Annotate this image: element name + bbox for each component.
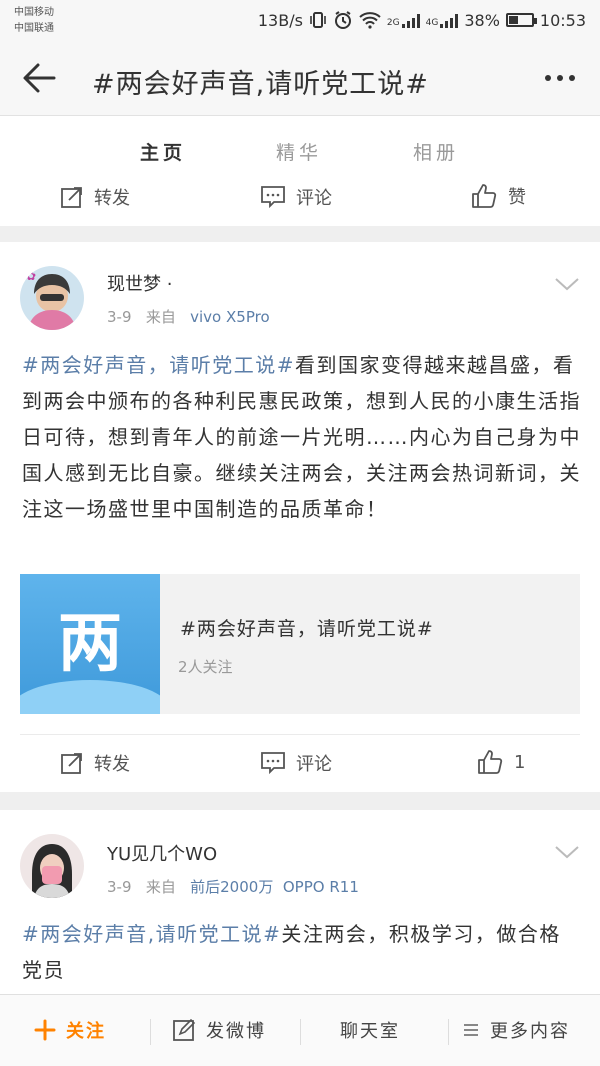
compose-label: 发微博 — [206, 1021, 266, 1042]
comment-icon — [261, 186, 285, 209]
more-content-label: 更多内容 — [490, 1021, 570, 1042]
separator — [150, 1019, 151, 1045]
separator — [300, 1019, 301, 1045]
comment-button[interactable]: 评论 — [260, 184, 332, 210]
avatar-image-icon — [20, 834, 84, 898]
previous-post-actions: 转发 评论 赞 — [0, 170, 600, 226]
plus-icon — [34, 1019, 56, 1041]
post-card: ✿ 现世梦 · 3-9 来自 vivo X5Pro #两会好声音，请听党工说#看… — [0, 242, 600, 792]
follow-button[interactable]: 关注 — [34, 1017, 106, 1043]
status-icons: 13B/s 2G 4G 38% 10:53 — [258, 8, 586, 32]
vibrate-icon — [310, 12, 326, 28]
separator — [448, 1019, 449, 1045]
post-card: YU见几个WO 3-9 来自 前后2000万 OPPO R11 #两会好声音,请… — [0, 810, 600, 1010]
wifi-icon — [359, 12, 381, 29]
repost-icon — [61, 753, 82, 774]
post-meta: 3-9 来自 vivo X5Pro — [107, 306, 270, 327]
like-button[interactable]: 赞 — [470, 182, 526, 210]
comment-button[interactable]: 评论 — [260, 750, 332, 776]
thumbs-up-icon — [478, 750, 503, 774]
repost-label: 转发 — [94, 754, 130, 775]
back-button[interactable] — [18, 56, 62, 100]
like-button[interactable]: 1 — [476, 748, 525, 776]
carrier-1: 中国移动 — [14, 7, 54, 18]
topic-thumbnail: 两 — [20, 574, 160, 714]
username[interactable]: 现世梦 · — [107, 270, 172, 296]
avatar-image-icon: ✿ — [20, 266, 84, 330]
carrier-2: 中国联通 — [14, 23, 54, 34]
avatar[interactable]: ✿ — [20, 266, 84, 330]
post-source[interactable]: OPPO R11 — [283, 878, 359, 896]
post-source-prefix[interactable]: 前后2000万 — [190, 878, 273, 896]
like-label: 赞 — [508, 187, 526, 208]
more-content-button[interactable]: 更多内容 — [462, 1017, 570, 1043]
tab-album[interactable]: 相册 — [413, 138, 459, 165]
carrier-info: 中国移动 中国联通 — [14, 5, 54, 37]
divider — [20, 734, 580, 735]
svg-text:✿: ✿ — [26, 269, 36, 283]
avatar[interactable] — [20, 834, 84, 898]
comment-label: 评论 — [296, 754, 332, 775]
alarm-icon — [334, 11, 351, 29]
signal-2g-icon: 2G — [387, 12, 420, 28]
post-content: #两会好声音,请听党工说#关注两会，积极学习，做合格党员 — [22, 916, 582, 988]
more-options-button[interactable] — [538, 60, 582, 96]
repost-label: 转发 — [94, 188, 130, 209]
repost-button[interactable]: 转发 — [60, 750, 130, 776]
post-hashtag[interactable]: #两会好声音，请听党工说# — [22, 353, 295, 377]
post-text: 看到国家变得越来越昌盛，看到两会中颁布的各种利民惠民政策，想到人民的小康生活指日… — [22, 353, 581, 521]
compose-button[interactable]: 发微博 — [172, 1017, 266, 1043]
dot-icon — [557, 75, 563, 81]
post-content: #两会好声音，请听党工说#看到国家变得越来越昌盛，看到两会中颁布的各种利民惠民政… — [22, 347, 582, 527]
repost-icon — [61, 187, 82, 208]
chat-room-button[interactable]: 聊天室 — [340, 1017, 400, 1043]
network-speed: 13B/s — [257, 10, 303, 30]
post-hashtag[interactable]: #两会好声音,请听党工说# — [22, 922, 281, 946]
from-label: 来自 — [145, 878, 176, 896]
like-count: 1 — [514, 751, 526, 773]
follow-label: 关注 — [66, 1021, 106, 1042]
username[interactable]: YU见几个WO — [107, 840, 217, 866]
menu-icon — [464, 1024, 478, 1036]
topic-followers: 2人关注 — [178, 658, 233, 676]
compose-icon — [173, 1018, 196, 1041]
battery-icon — [505, 13, 537, 27]
repost-button[interactable]: 转发 — [60, 184, 130, 210]
tab-home[interactable]: 主页 — [140, 138, 186, 165]
topic-title: #两会好声音，请听党工说# — [180, 618, 434, 640]
chat-room-label: 聊天室 — [340, 1021, 400, 1042]
thumbs-up-icon — [472, 184, 497, 208]
post-meta: 3-9 来自 前后2000万 OPPO R11 — [107, 876, 359, 897]
post-date: 3-9 — [107, 878, 132, 896]
post-source[interactable]: vivo X5Pro — [190, 308, 269, 326]
chevron-down-icon[interactable] — [554, 844, 580, 860]
page-title: #两会好声音,请听党工说# — [92, 69, 429, 100]
nav-bar: #两会好声音,请听党工说# — [0, 42, 600, 116]
topic-link-card[interactable]: 两 #两会好声音，请听党工说# 2人关注 — [20, 574, 580, 714]
cloud-decoration — [20, 680, 160, 714]
clock: 10:53 — [539, 10, 586, 30]
post-date: 3-9 — [107, 308, 132, 326]
status-bar: 中国移动 中国联通 13B/s 2G 4G 38% 10:53 — [0, 0, 600, 42]
comment-label: 评论 — [296, 188, 332, 209]
chevron-down-icon[interactable] — [554, 276, 580, 292]
back-arrow-icon — [23, 63, 56, 93]
from-label: 来自 — [145, 308, 176, 326]
comment-icon — [261, 752, 285, 775]
battery-percent: 38% — [464, 10, 500, 30]
signal-4g-icon: 4G — [426, 12, 459, 28]
tab-featured[interactable]: 精华 — [276, 138, 322, 165]
dot-icon — [569, 75, 575, 81]
dot-icon — [545, 75, 551, 81]
topic-thumbnail-char: 两 — [58, 607, 122, 681]
bottom-toolbar: 关注 发微博 聊天室 更多内容 — [0, 994, 600, 1066]
